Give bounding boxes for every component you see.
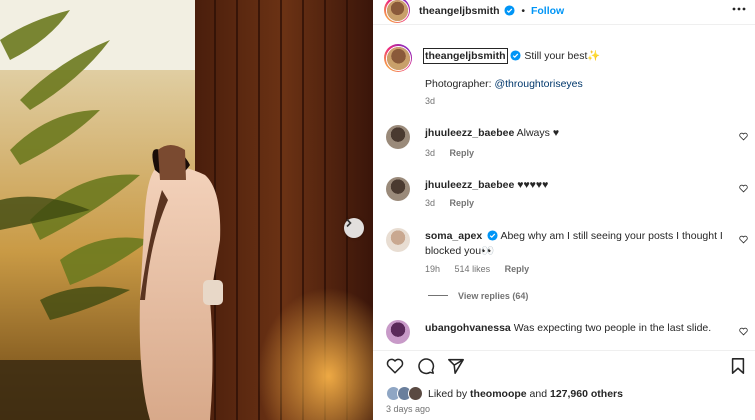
- comment-likes[interactable]: 514 likes: [455, 264, 491, 274]
- heart-icon[interactable]: [386, 357, 404, 375]
- likes-first-user[interactable]: theomoope: [470, 388, 527, 400]
- comment-text: Was expecting two people in the last sli…: [513, 322, 712, 334]
- likes-row: Liked by theomoope and 127,960 others: [373, 385, 755, 403]
- view-replies-button[interactable]: View replies (64): [428, 291, 540, 301]
- post-photo[interactable]: [0, 0, 373, 420]
- bookmark-icon[interactable]: [729, 357, 747, 375]
- post-sidebar: theangeljbsmith • Follow theangeljbsmith…: [373, 0, 755, 420]
- photographer-link[interactable]: @throughtoriseyes: [494, 78, 582, 90]
- liker-avatar: [408, 386, 423, 401]
- heart-icon[interactable]: [739, 327, 748, 336]
- comment-time: 3d: [425, 148, 436, 158]
- comment-time: 3d: [425, 198, 436, 208]
- posted-time[interactable]: 3 days ago: [386, 404, 430, 414]
- comment-item: ubangohvanessa Was expecting two people …: [373, 320, 755, 350]
- verified-icon: [487, 230, 498, 241]
- likes-count[interactable]: 127,960 others: [550, 388, 623, 400]
- replies-divider: [428, 295, 448, 296]
- separator-dot: •: [521, 5, 526, 17]
- comment-emoji: 👀: [481, 245, 495, 257]
- reply-button[interactable]: Reply: [450, 148, 475, 158]
- caption-author-avatar[interactable]: [384, 44, 412, 72]
- author-avatar[interactable]: [384, 0, 410, 23]
- caption-text: Still your best: [524, 50, 588, 62]
- photographer-label: Photographer:: [425, 78, 492, 90]
- more-options-icon[interactable]: [732, 7, 746, 11]
- commenter-avatar[interactable]: [386, 228, 410, 252]
- view-replies-label[interactable]: View replies (64): [458, 291, 528, 301]
- commenter-avatar[interactable]: [386, 125, 410, 149]
- post-header: theangeljbsmith • Follow: [373, 0, 755, 25]
- chevron-right-icon: [346, 218, 352, 228]
- comment-text-continued: blocked you: [425, 245, 482, 257]
- comment-text: Abeg why am I still seeing your posts I …: [500, 230, 723, 242]
- verified-icon: [510, 50, 521, 61]
- author-username[interactable]: theangeljbsmith: [419, 5, 500, 17]
- likes-prefix: Liked by: [428, 388, 468, 400]
- reply-button[interactable]: Reply: [450, 198, 475, 208]
- likes-connector: and: [529, 388, 548, 400]
- action-bar: [373, 350, 755, 380]
- comment-time: 19h: [425, 264, 441, 274]
- heart-icon[interactable]: [739, 132, 748, 141]
- heart-icon[interactable]: [739, 235, 748, 244]
- caption-username[interactable]: theangeljbsmith: [423, 48, 508, 64]
- sparkle-emoji: ✨: [587, 50, 601, 62]
- commenter-avatar[interactable]: [386, 320, 410, 344]
- comment-username[interactable]: jhuuleezz_baebee: [425, 127, 514, 139]
- comment-username[interactable]: jhuuleezz_baebee: [425, 179, 514, 191]
- heart-icon[interactable]: [739, 184, 748, 193]
- verified-icon: [504, 5, 515, 16]
- reply-button[interactable]: Reply: [505, 264, 530, 274]
- commenter-avatar[interactable]: [386, 177, 410, 201]
- comment-username[interactable]: soma_apex: [425, 230, 482, 242]
- comment-emoji: ♥: [552, 127, 560, 139]
- comment-text: Always: [516, 127, 550, 139]
- next-slide-button[interactable]: [344, 218, 364, 238]
- liker-avatars[interactable]: [386, 386, 426, 402]
- comment-icon[interactable]: [417, 357, 435, 375]
- caption-time: 3d: [425, 96, 436, 106]
- comment-username[interactable]: ubangohvanessa: [425, 322, 511, 334]
- share-icon[interactable]: [447, 357, 465, 375]
- photo-illustration: [0, 0, 373, 420]
- follow-button[interactable]: Follow: [531, 5, 564, 17]
- comment-emoji: ♥♥♥♥♥: [517, 179, 549, 191]
